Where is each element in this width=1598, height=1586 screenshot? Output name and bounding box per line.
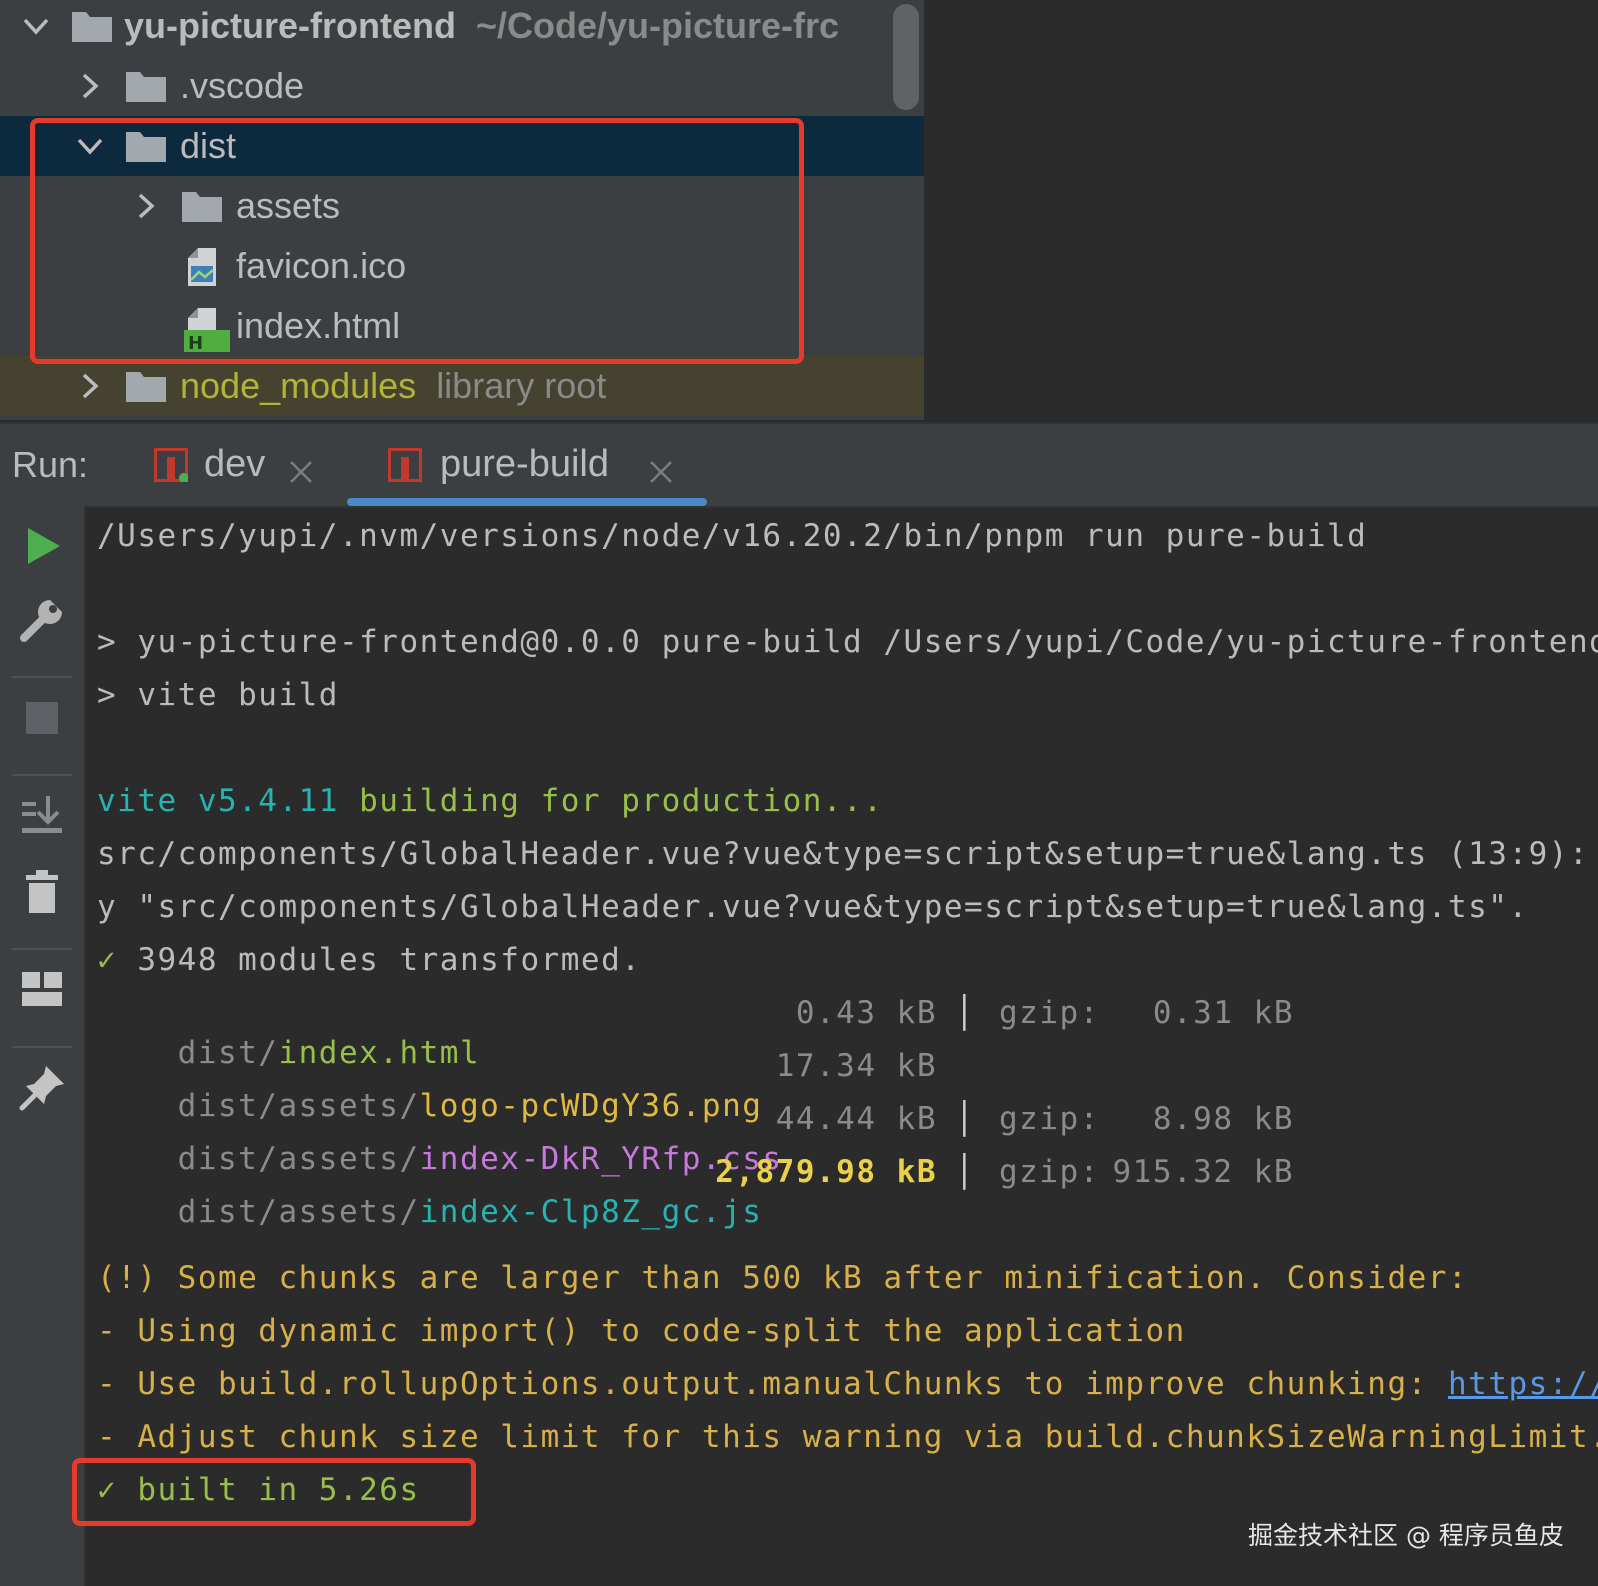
wrench-icon[interactable] [16,594,68,646]
close-icon[interactable] [648,452,674,483]
tip-line-3: - Adjust chunk size limit for this warni… [97,1419,1598,1455]
console-modules-line: ✓ 3948 modules transformed. [97,940,641,980]
file-name: index-Clp8Z_gc.js [419,1194,763,1230]
console-vite-building: vite v5.4.11 building for production... [97,781,883,821]
stop-icon[interactable] [16,692,68,744]
run-toolbar [0,506,86,1586]
watermark: 掘金技术社区 @ 程序员鱼皮 [1248,1521,1564,1550]
npm-icon [387,447,423,483]
run-icon[interactable] [16,520,68,572]
tab-label: pure-build [440,443,609,485]
toolbar-separator [12,1046,72,1048]
active-tab-indicator [347,498,707,506]
gzip-size: 0.31 kB [1152,995,1294,1031]
folder-icon [124,66,168,106]
chevron-right-icon[interactable] [70,56,110,116]
tree-item-project-root[interactable]: yu-picture-frontend ~/Code/yu-picture-frc [0,0,924,56]
run-label: Run: [12,444,89,485]
console-command-line: /Users/yupi/.nvm/versions/node/v16.20.2/… [97,518,1368,554]
toolbar-separator [12,948,72,950]
toolbar-separator [12,676,72,678]
library-root-hint: library root [436,365,607,406]
folder-icon [124,366,168,406]
building-text: building for production... [338,783,884,819]
scroll-to-end-icon[interactable] [16,790,68,842]
tree-scrollbar[interactable] [893,4,919,110]
file-size: 17.34 kB [775,1048,937,1084]
run-tab-bar: Run: dev pure-build [0,422,1598,508]
pin-icon[interactable] [16,1062,68,1114]
project-path-hint: ~/Code/yu-picture-frc [475,5,840,46]
tree-item-label: yu-picture-frontend [124,5,456,46]
tip-text: - Use build.rollupOptions.output.manualC… [97,1366,1448,1402]
highlight-box-built [72,1458,476,1526]
console-script-line: > yu-picture-frontend@0.0.0 pure-build /… [97,624,1598,660]
layout-icon[interactable] [16,964,68,1016]
console-warning-line-1: src/components/GlobalHeader.vue?vue&type… [97,836,1590,872]
console-output[interactable]: /Users/yupi/.nvm/versions/node/v16.20.2/… [97,506,1598,1586]
trash-icon[interactable] [16,866,68,918]
console-warning-line-2: y "src/components/GlobalHeader.vue?vue&t… [97,889,1529,925]
docs-link[interactable]: https:// [1448,1366,1598,1402]
tab-pure-build[interactable]: pure-build [387,424,688,506]
tip-line-2: - Use build.rollupOptions.output.manualC… [97,1364,1598,1404]
file-dir: dist/assets/ [177,1194,420,1230]
modules-text: 3948 modules transformed. [117,942,642,978]
editor-area [924,0,1598,420]
vite-version: vite v5.4.11 [97,783,339,819]
highlight-box-dist [30,118,804,364]
tree-item-label: .vscode [180,65,305,106]
gzip-size: 915.32 kB [1112,1154,1294,1190]
toolbar-separator [12,774,72,776]
close-icon[interactable] [288,452,314,483]
tree-item-node-modules[interactable]: node_modules library root [0,356,924,416]
chevron-right-icon[interactable] [70,356,110,416]
gzip-size: 8.98 kB [1152,1101,1294,1137]
tab-label: dev [204,443,266,485]
console-vite-line: > vite build [97,677,339,713]
project-tree: yu-picture-frontend ~/Code/yu-picture-frc… [0,0,924,420]
folder-icon [70,6,114,46]
chunk-warning: (!) Some chunks are larger than 500 kB a… [97,1260,1469,1296]
chevron-down-icon[interactable] [16,0,56,56]
tree-item-label: node_modules [180,365,417,406]
tip-line-1: - Using dynamic import() to code-split t… [97,1313,1186,1349]
tree-item-vscode[interactable]: .vscode [0,56,924,116]
tab-dev[interactable]: dev [150,424,330,506]
npm-icon [153,447,189,483]
check-icon: ✓ [97,942,118,978]
